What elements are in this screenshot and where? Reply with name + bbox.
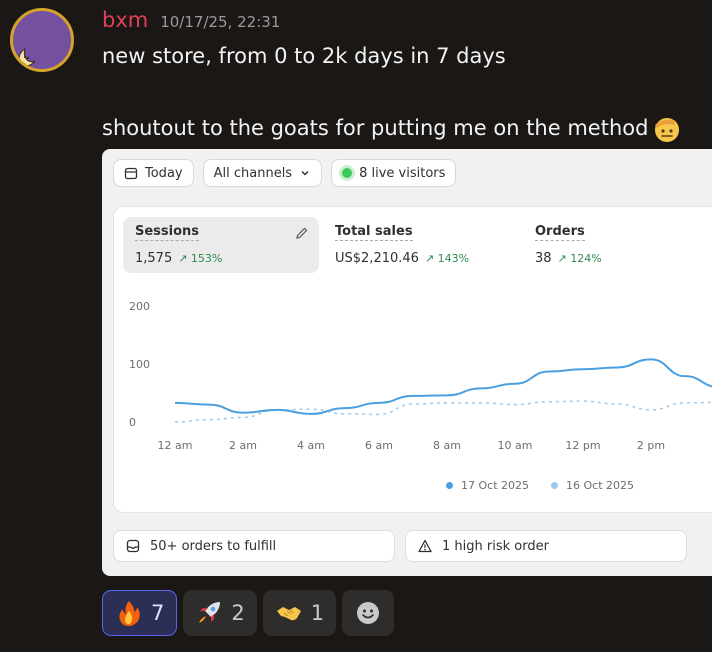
handshake-icon — [276, 607, 301, 621]
series-line-current[interactable] — [174, 358, 712, 415]
action-bar: 50+ orders to fulfill 1 high risk order — [113, 530, 687, 562]
inbox-icon — [126, 539, 140, 553]
metric-change: ↗ 153% — [178, 252, 223, 265]
x-tick-label: 2 pm — [637, 439, 665, 452]
chart-legend: 17 Oct 2025 16 Oct 2025 — [446, 479, 634, 492]
x-tick-label: 10 am — [498, 439, 533, 452]
reaction-fire[interactable]: 7 — [102, 590, 178, 636]
high-risk-order-button[interactable]: 1 high risk order — [405, 530, 687, 562]
saluting-face-icon — [655, 118, 680, 142]
x-tick-label: 8 am — [433, 439, 461, 452]
metric-total-sales[interactable]: Total sales US$2,210.46 ↗ 143% — [323, 217, 519, 273]
fire-icon — [119, 601, 140, 626]
live-dot-icon — [342, 168, 353, 178]
live-visitors-label: 8 live visitors — [359, 165, 446, 181]
x-tick-label: 6 am — [365, 439, 393, 452]
username[interactable]: bxm — [102, 8, 148, 32]
live-visitors-button[interactable]: 8 live visitors — [331, 159, 457, 187]
reaction-count: 1 — [310, 601, 325, 625]
metric-sessions[interactable]: Sessions 1,575 ↗ 153% — [123, 217, 319, 273]
metric-value: 1,575 ↗ 153% — [135, 251, 222, 266]
x-tick-label: 12 am — [158, 439, 193, 452]
reaction-count: 2 — [231, 601, 245, 625]
x-tick-label: 4 am — [297, 439, 325, 452]
sessions-chart[interactable]: 200 100 0 12 am 2 am 4 am 6 am 8 am 10 am 12 pm 2 … — [114, 287, 712, 467]
metric-label: Orders — [535, 224, 585, 241]
reaction-count: 7 — [151, 601, 165, 625]
message-line-2-text: shoutout to the goats for putting me on … — [102, 116, 649, 140]
date-filter-button[interactable]: Today — [113, 159, 194, 187]
metrics-panel: Sessions 1,575 ↗ 153% Total sales US$2,21… — [113, 206, 712, 513]
reaction-handshake[interactable]: 1 — [262, 590, 337, 636]
metric-value: 38 ↗ 124% — [535, 251, 602, 266]
timestamp: 10/17/25, 22:31 — [160, 13, 281, 31]
calendar-icon — [124, 167, 138, 180]
avatar[interactable] — [10, 8, 74, 72]
message-line-1: new store, from 0 to 2k days in 7 days — [102, 44, 506, 68]
x-tick-label: 2 am — [229, 439, 257, 452]
metric-label: Sessions — [135, 224, 200, 241]
high-risk-order-label: 1 high risk order — [442, 538, 549, 554]
pencil-icon[interactable] — [295, 226, 309, 240]
legend-dot-current — [446, 482, 453, 489]
metric-value-text: 1,575 — [135, 251, 173, 266]
legend-label: 17 Oct 2025 — [461, 479, 530, 492]
channel-filter-dropdown[interactable]: All channels — [202, 159, 323, 187]
date-filter-label: Today — [145, 165, 183, 181]
add-reaction-button[interactable] — [342, 590, 395, 636]
channel-filter-label: All channels — [213, 165, 293, 181]
analytics-screenshot[interactable]: Today All channels 8 live visitors Sessi… — [102, 149, 712, 576]
message-line-2: shoutout to the goats for putting me on … — [102, 114, 682, 144]
banana-icon — [18, 47, 36, 67]
metric-change: ↗ 124% — [557, 252, 602, 265]
y-tick-label: 100 — [129, 358, 150, 371]
y-tick-label: 0 — [129, 416, 136, 429]
chevron-down-icon — [301, 171, 309, 176]
add-reaction-icon — [357, 602, 380, 624]
message-header: bxm 10/17/25, 22:31 — [102, 8, 280, 32]
orders-to-fulfill-button[interactable]: 50+ orders to fulfill — [113, 530, 395, 562]
metric-value-text: US$2,210.46 — [335, 251, 419, 266]
metric-orders[interactable]: Orders 38 ↗ 124% — [523, 217, 712, 273]
reactions-bar: 7 2 1 — [102, 590, 395, 636]
filter-bar: Today All channels 8 live visitors — [113, 159, 457, 187]
y-tick-label: 200 — [129, 300, 150, 313]
metric-value: US$2,210.46 ↗ 143% — [335, 251, 469, 266]
warning-icon — [418, 539, 432, 553]
metric-label: Total sales — [335, 224, 413, 241]
legend-item-previous[interactable]: 16 Oct 2025 — [551, 479, 634, 492]
legend-dot-previous — [551, 482, 559, 489]
metric-value-text: 38 — [535, 251, 552, 266]
legend-label: 16 Oct 2025 — [566, 479, 635, 492]
rocket-icon — [199, 602, 221, 623]
legend-item-current[interactable]: 17 Oct 2025 — [446, 479, 529, 492]
reaction-rocket[interactable]: 2 — [183, 590, 257, 636]
orders-to-fulfill-label: 50+ orders to fulfill — [150, 538, 277, 554]
metric-change: ↗ 143% — [424, 252, 470, 265]
x-tick-label: 12 pm — [565, 439, 600, 452]
